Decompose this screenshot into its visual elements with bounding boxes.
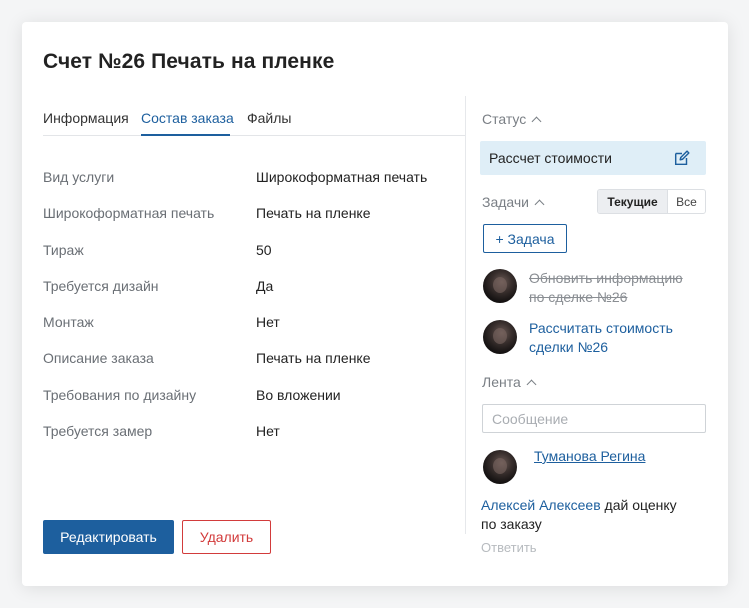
field-row: Тираж 50 (43, 242, 463, 278)
field-value: Во вложении (256, 386, 341, 403)
filter-current[interactable]: Текущие (598, 190, 667, 213)
tasks-section-toggle[interactable]: Задачи (482, 194, 545, 210)
field-row: Вид услуги Широкоформатная печать (43, 169, 463, 205)
feed-section-toggle[interactable]: Лента (482, 374, 537, 390)
avatar (483, 450, 517, 484)
delete-button[interactable]: Удалить (182, 520, 271, 554)
task-text-line: Обновить информацию (529, 270, 683, 286)
field-label: Описание заказа (43, 350, 154, 367)
tab-information[interactable]: Информация (43, 110, 129, 126)
tab-bar: Информация Состав заказа Файлы (43, 110, 466, 136)
task-text-line: сделки №26 (529, 339, 609, 355)
field-value: Нет (256, 314, 280, 331)
tab-files[interactable]: Файлы (247, 110, 291, 126)
avatar (483, 320, 517, 354)
status-section-title: Статус (482, 111, 527, 127)
field-row: Монтаж Нет (43, 314, 463, 350)
field-row: Требуется дизайн Да (43, 278, 463, 314)
filter-all[interactable]: Все (667, 190, 705, 213)
tab-order-composition[interactable]: Состав заказа (141, 110, 234, 126)
tasks-section-title: Задачи (482, 194, 530, 210)
task-item-open[interactable]: Рассчитать стоимость сделки №26 (529, 319, 673, 357)
field-value: Печать на пленке (256, 205, 371, 222)
feed-section-title: Лента (482, 374, 521, 390)
field-label: Широкоформатная печать (43, 205, 215, 222)
reply-link[interactable]: Ответить (481, 540, 537, 555)
field-row: Описание заказа Печать на пленке (43, 350, 463, 386)
message-input[interactable] (482, 404, 706, 433)
field-row: Требуется замер Нет (43, 423, 463, 459)
task-text-line: Рассчитать стоимость (529, 320, 673, 336)
feed-user-link[interactable]: Туманова Регина (534, 448, 645, 464)
feed-entry-text: дай оценку (600, 497, 677, 513)
field-row: Требования по дизайну Во вложении (43, 387, 463, 423)
column-divider (465, 96, 466, 534)
invoice-card: Счет №26 Печать на пленке Информация Сос… (22, 22, 728, 586)
field-label: Вид услуги (43, 169, 115, 185)
field-row: Широкоформатная печать Печать на пленке (43, 205, 463, 241)
chevron-up-icon (534, 199, 545, 209)
active-tab-indicator (141, 134, 230, 136)
status-section-toggle[interactable]: Статус (482, 111, 542, 127)
feed-entry-text: по заказу (481, 516, 542, 532)
field-value: Нет (256, 423, 280, 440)
field-value: Да (256, 277, 274, 294)
field-label: Требования по дизайну (43, 386, 197, 403)
field-label: Монтаж (43, 314, 94, 331)
tasks-filter-toggle: Текущие Все (597, 189, 706, 214)
edit-button[interactable]: Редактировать (43, 520, 174, 554)
status-value: Рассчет стоимости (489, 150, 612, 166)
chevron-up-icon (531, 116, 542, 126)
field-label: Требуется замер (43, 423, 153, 440)
avatar (483, 269, 517, 303)
order-fields: Вид услуги Широкоформатная печать Широко… (43, 169, 463, 459)
task-item-completed[interactable]: Обновить информацию по сделке №26 (529, 269, 683, 307)
field-value: Печать на пленке (256, 350, 371, 367)
status-badge: Рассчет стоимости (480, 141, 706, 175)
page-title: Счет №26 Печать на пленке (43, 50, 335, 73)
task-text-line: по сделке №26 (529, 289, 628, 305)
field-value: 50 (256, 241, 272, 258)
field-label: Требуется дизайн (43, 277, 159, 294)
edit-icon[interactable] (673, 149, 691, 167)
feed-entry: Алексей Алексеев дай оценку по заказу (481, 496, 681, 534)
chevron-up-icon (526, 379, 537, 389)
add-task-button[interactable]: + Задача (483, 224, 567, 253)
feed-entry-author[interactable]: Алексей Алексеев (481, 497, 601, 513)
field-value: Широкоформатная печать (256, 169, 428, 185)
field-label: Тираж (43, 241, 84, 258)
